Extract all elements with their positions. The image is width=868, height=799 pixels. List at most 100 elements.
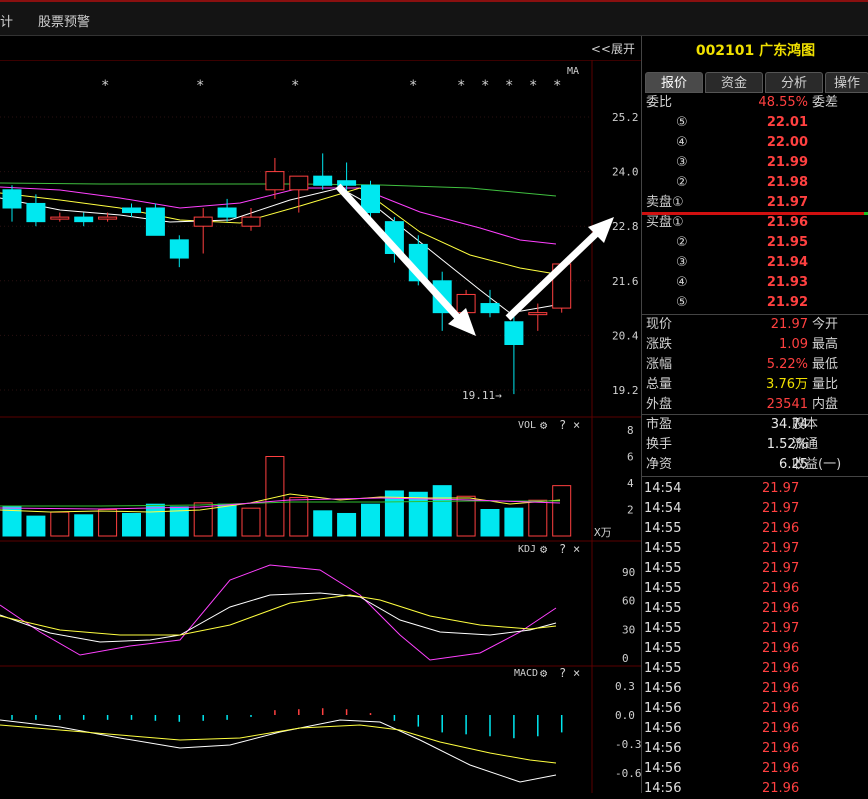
vol-tick-label: 6 [627, 451, 634, 464]
volume-bar [337, 512, 357, 537]
star-marker: * [553, 78, 561, 94]
star-marker: * [481, 78, 489, 94]
menu-item-stock-alert[interactable]: 股票预警 [38, 11, 90, 30]
tick-row: 14:55 21.97 [644, 561, 800, 576]
volume-bar [361, 503, 380, 537]
gear-icon[interactable]: ⚙ [540, 666, 548, 680]
vol-label: VOL [518, 420, 536, 431]
volume-bar [193, 502, 213, 537]
volume-bar [456, 495, 476, 537]
gear-icon[interactable]: ⚙ [540, 418, 548, 432]
order-level[interactable]: ④ 21.93 [642, 273, 868, 293]
ma-line-2 [0, 187, 557, 275]
volume-bar [480, 509, 500, 537]
kdj-panel: KDJ ⚙ ? × 90 60 30 0 [0, 542, 635, 665]
gear-icon[interactable]: ⚙ [540, 542, 548, 556]
price-tick-label: 21.6 [612, 275, 639, 288]
low-price-annotation: 19.11→ [462, 389, 502, 402]
tick-row: 14:54 21.97 [644, 481, 800, 496]
volume-bar [528, 499, 548, 537]
quote-row: 总量 3.76万 量比 [646, 377, 839, 392]
kdj-tick-label: 60 [622, 595, 635, 608]
volume-bar [552, 485, 572, 537]
bid-ask-divider [642, 212, 868, 215]
candle [122, 203, 141, 218]
stock-name: 广东鸿图 [759, 43, 816, 59]
order-level[interactable]: ⑤ 21.92 [642, 293, 868, 313]
macd-tick-label: -0.3 [615, 738, 641, 751]
vol-tick-label: 8 [627, 424, 634, 437]
candle [74, 212, 94, 227]
tick-row: 14:55 21.96 [644, 641, 800, 656]
quote-row: 涨跌 1.09 最高 [646, 337, 839, 352]
macd-dea-line [0, 724, 557, 764]
volume-bar [98, 509, 118, 537]
vol-tick-label: 4 [627, 477, 634, 490]
order-level[interactable]: ④ 22.00 [642, 133, 868, 153]
candle [480, 289, 500, 318]
order-level[interactable]: ② 21.95 [642, 233, 868, 253]
macd-tick-label: 0.3 [615, 680, 635, 693]
volume-bar [74, 514, 94, 537]
volume-bar [50, 511, 70, 537]
candle [217, 198, 237, 222]
kline-chart[interactable]: MA * * * * * * * * * 25.2 24.0 22.8 21.6 20.4 19.2 19… [0, 60, 641, 793]
kdj-d-line [0, 594, 557, 636]
stock-code: 002101 [695, 43, 755, 59]
volume-bar [122, 512, 141, 537]
order-level[interactable]: ⑤ 22.01 [642, 113, 868, 133]
vol-tick-label: 2 [627, 504, 634, 517]
order-level[interactable]: 买盘① 21.96 [642, 213, 868, 233]
kdj-j-line [0, 564, 557, 661]
star-marker: * [101, 78, 109, 94]
panel-tabs: 报价 资金 分析 操作 [642, 72, 868, 94]
candle [289, 175, 309, 213]
price-tick-label: 24.0 [612, 166, 639, 179]
help-icon[interactable]: ? [559, 418, 566, 432]
price-tick-label: 20.4 [612, 329, 639, 342]
macd-tick-label: 0.0 [615, 709, 635, 722]
tick-row: 14:56 21.96 [644, 761, 800, 776]
star-marker: * [291, 78, 299, 94]
volume-bar [432, 485, 452, 537]
volume-unit: X万 [594, 526, 612, 539]
kdj-tick-label: 30 [622, 623, 635, 636]
tick-row: 14:56 21.96 [644, 781, 800, 796]
quote-row: 涨幅 5.22% 最低 [646, 357, 839, 372]
tick-row: 14:54 21.97 [644, 501, 800, 516]
candle [528, 303, 548, 331]
tab-quote[interactable]: 报价 [645, 72, 703, 93]
candle [504, 312, 524, 395]
tab-operation[interactable]: 操作 [825, 72, 868, 93]
volume-bar [313, 510, 333, 537]
candle [193, 208, 213, 254]
tab-funds[interactable]: 资金 [705, 72, 763, 93]
help-icon[interactable]: ? [559, 542, 566, 556]
tab-analysis[interactable]: 分析 [765, 72, 823, 93]
tick-row: 14:55 21.97 [644, 621, 800, 636]
menu-item-partial[interactable]: 计 [0, 11, 13, 30]
order-level[interactable]: 卖盘① 21.97 [642, 193, 868, 213]
close-icon[interactable]: × [573, 666, 580, 680]
candle [2, 185, 22, 222]
close-icon[interactable]: × [573, 418, 580, 432]
ma-label: MA [567, 66, 579, 77]
close-icon[interactable]: × [573, 542, 580, 556]
quote-row: 外盘 23541 内盘 [646, 397, 839, 412]
tick-row: 14:56 21.96 [644, 681, 800, 696]
order-level[interactable]: ③ 21.94 [642, 253, 868, 273]
volume-bar [241, 507, 261, 537]
stat-row: 净资 6.25 收益(一) [646, 457, 842, 472]
help-icon[interactable]: ? [559, 666, 566, 680]
candle [169, 235, 189, 268]
order-level[interactable]: ③ 21.99 [642, 153, 868, 173]
macd-panel: MACD ⚙ ? × 0.3 0.0 -0.3 -0.6 [0, 666, 641, 783]
tick-row: 14:56 21.96 [644, 721, 800, 736]
star-marker: * [505, 78, 513, 94]
tick-row: 14:55 21.97 [644, 541, 800, 556]
order-level[interactable]: ② 21.98 [642, 173, 868, 193]
expand-button[interactable]: <<展开 [591, 40, 635, 57]
weibi-row: 委比 48.55% 委差 [646, 95, 839, 110]
candle [26, 194, 46, 227]
volume-bar [26, 515, 46, 537]
